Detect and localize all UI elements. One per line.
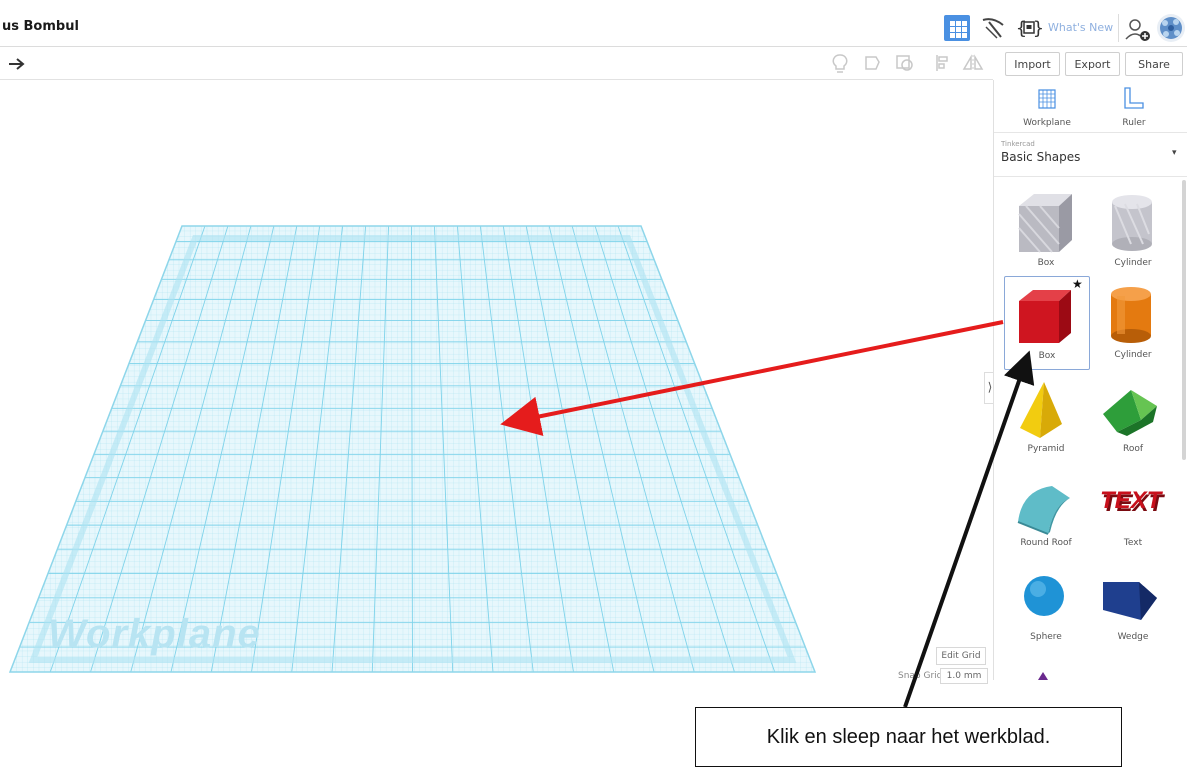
workplane-tool-icon[interactable] [1035,86,1059,112]
shape-label: Pyramid [1027,444,1065,454]
export-button[interactable]: Export [1065,52,1120,76]
shape-roof[interactable]: Roof [1091,370,1175,462]
shape-box-red[interactable]: ★ Box [1004,276,1090,370]
sphere-icon [1024,576,1064,616]
code-blocks-icon[interactable]: { } [1016,16,1042,40]
library-dropdown[interactable]: Basic Shapes [1001,150,1080,164]
group-icon[interactable] [862,53,884,73]
divider [994,132,1187,133]
shape-wedge[interactable]: Wedge [1091,558,1175,650]
ruler-tool-icon[interactable] [1121,86,1147,112]
grid-view-button[interactable] [944,15,970,41]
align-icon[interactable] [934,53,950,73]
import-button[interactable]: Import [1005,52,1060,76]
text-shape-icon: TEXT TEXT [1100,487,1166,517]
divider [1118,14,1119,42]
panel-scrollbar[interactable] [1182,180,1186,460]
avatar[interactable] [1156,13,1187,44]
redo-icon[interactable] [6,55,28,71]
shape-pyramid[interactable]: Pyramid [1004,370,1088,462]
design-title[interactable]: us Bombul [2,19,79,34]
shape-label: Cylinder [1114,258,1152,268]
workplane-watermark: Workplane [48,612,261,656]
top-bar: us Bombul { } What's New [0,10,1187,47]
wedge-icon [1103,582,1157,620]
shape-label: Box [1037,258,1055,268]
cylinder-orange-icon [1111,287,1151,343]
roof-icon [1103,390,1157,436]
blocks-pickaxe-icon[interactable] [979,15,1007,41]
whats-new-link[interactable]: What's New [1048,21,1113,34]
pyramid-icon [1020,382,1062,438]
shape-text[interactable]: TEXT TEXT Text [1091,464,1175,556]
shape-label: Cylinder [1114,350,1152,360]
library-source: Tinkercad [1001,140,1035,148]
shape-round-roof[interactable]: Round Roof [1004,464,1088,556]
round-roof-icon [1017,486,1070,535]
shapes-panel: Workplane Ruler Tinkercad Basic Shapes ▾… [993,80,1187,680]
shape-label: Roof [1122,444,1144,454]
dropdown-arrow-icon[interactable]: ▾ [1172,148,1177,158]
shape-cylinder-orange[interactable]: Cylinder [1091,276,1175,368]
ruler-tool-label[interactable]: Ruler [1101,118,1167,128]
ungroup-icon[interactable] [894,53,916,73]
box-gray-icon [1018,194,1072,253]
workspace-canvas[interactable]: Workplane Edit Grid Snap Grid 1.0 mm ⟩ [0,80,996,684]
share-button[interactable]: Share [1125,52,1183,76]
snap-grid-select[interactable]: 1.0 mm [940,668,988,684]
divider [994,176,1187,177]
shape-label: Sphere [1030,632,1062,642]
shape-label: Round Roof [1020,538,1072,548]
edit-grid-button[interactable]: Edit Grid [936,647,986,665]
cylinder-gray-icon [1112,195,1152,251]
shape-label: Wedge [1117,632,1149,642]
shape-cylinder-gray[interactable]: Cylinder [1091,184,1175,276]
instruction-callout: Klik en sleep naar het werkblad. [695,707,1122,767]
favorite-star-icon[interactable]: ★ [1072,277,1083,291]
svg-text:{: { [1016,18,1027,39]
workplane[interactable] [0,80,993,680]
add-user-icon[interactable] [1124,17,1154,43]
more-shapes-peek-icon [1038,672,1048,680]
shape-sphere[interactable]: Sphere [1004,558,1088,650]
workplane-tool-label[interactable]: Workplane [1014,118,1080,128]
edit-toolbar [0,47,993,80]
shape-box-gray[interactable]: Box [1004,184,1088,276]
snap-grid-label: Snap Grid [898,671,943,681]
svg-text:TEXT: TEXT [1100,487,1164,514]
mirror-icon[interactable] [962,53,984,73]
notes-bulb-icon[interactable] [830,52,850,74]
shape-label: Text [1123,538,1143,548]
shape-label: Box [1038,351,1056,361]
